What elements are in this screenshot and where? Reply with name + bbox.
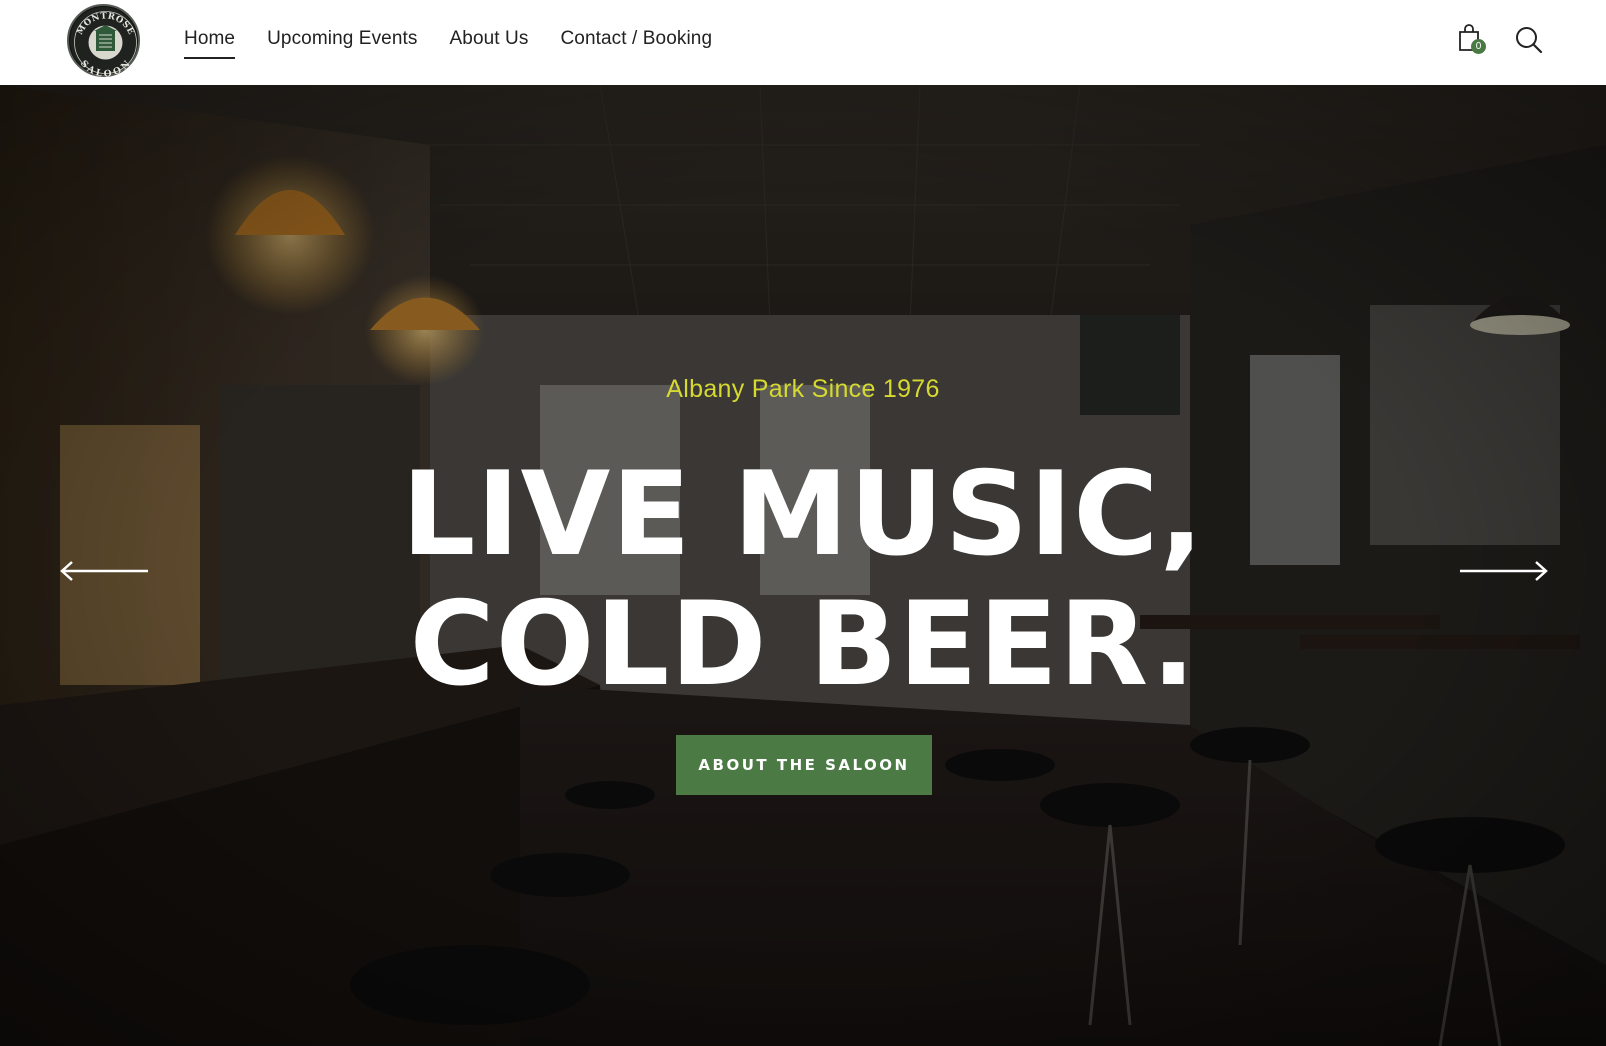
nav-item-contact-booking[interactable]: Contact / Booking	[560, 28, 712, 50]
hero-headline-line-1: LIVE MUSIC,	[401, 447, 1205, 582]
search-button[interactable]	[1514, 25, 1544, 55]
nav-item-about-us[interactable]: About Us	[450, 28, 529, 50]
hero-headline: LIVE MUSIC, COLD BEER.	[0, 450, 1606, 710]
arrow-right-icon	[1460, 561, 1548, 581]
slider-prev-button[interactable]	[58, 559, 150, 583]
site-header: MONTROSE SALOON Home Upcoming Events Abo…	[0, 0, 1606, 85]
saloon-emblem-icon: MONTROSE SALOON	[74, 11, 137, 79]
slider-next-button[interactable]	[1458, 559, 1550, 583]
hero-slider: Albany Park Since 1976 LIVE MUSIC, COLD …	[0, 85, 1606, 1046]
nav-item-home[interactable]: Home	[184, 28, 236, 59]
cart-button[interactable]: 0	[1458, 24, 1488, 56]
page: MONTROSE SALOON Home Upcoming Events Abo…	[0, 0, 1606, 1046]
arrow-left-icon	[60, 561, 148, 581]
hero-headline-line-2: COLD BEER.	[409, 577, 1197, 712]
site-logo[interactable]: MONTROSE SALOON	[67, 4, 140, 79]
hero-tagline: Albany Park Since 1976	[666, 375, 940, 403]
main-nav: Home Upcoming Events About Us Contact / …	[184, 0, 744, 78]
cart-count-badge: 0	[1471, 39, 1486, 54]
logo-bottom-text: SALOON	[78, 59, 132, 79]
about-the-saloon-button[interactable]: ABOUT THE SALOON	[676, 735, 932, 795]
search-icon	[1516, 27, 1543, 54]
svg-text:SALOON: SALOON	[78, 59, 133, 79]
nav-item-upcoming-events[interactable]: Upcoming Events	[267, 28, 417, 50]
